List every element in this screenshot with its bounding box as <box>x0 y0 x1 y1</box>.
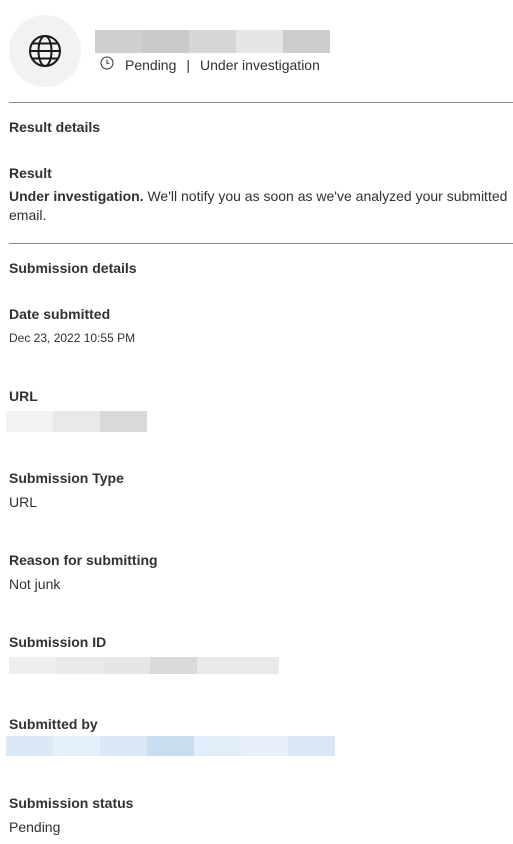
submission-status-label: Submission status <box>9 795 134 811</box>
submission-type-value: URL <box>9 494 38 510</box>
globe-icon <box>29 35 61 67</box>
submitted-by-label: Submitted by <box>9 716 98 732</box>
submission-status-value: Pending <box>9 819 61 835</box>
submission-id-label: Submission ID <box>9 634 107 650</box>
status-text: Pending <box>125 57 177 73</box>
redacted-submitter <box>6 736 335 756</box>
result-bold-text: Under investigation. <box>9 188 144 204</box>
status-separator: | <box>186 57 191 73</box>
redacted-url <box>6 411 147 432</box>
substatus-text: Under investigation <box>200 57 320 73</box>
redacted-submission-id <box>9 657 279 674</box>
date-submitted-value: Dec 23, 2022 10:55 PM <box>9 331 136 345</box>
reason-label: Reason for submitting <box>9 552 158 568</box>
result-details-heading: Result details <box>9 119 101 135</box>
submission-details-heading: Submission details <box>9 260 137 276</box>
date-submitted-label: Date submitted <box>9 306 111 322</box>
result-label: Result <box>9 165 52 181</box>
reason-value: Not junk <box>9 576 61 592</box>
item-avatar <box>9 15 81 87</box>
url-label: URL <box>9 388 38 404</box>
result-description: Under investigation. We'll notify you as… <box>9 187 509 225</box>
divider <box>9 102 513 103</box>
clock-icon <box>100 56 114 70</box>
redacted-title <box>95 30 330 53</box>
divider <box>9 243 513 244</box>
submission-type-label: Submission Type <box>9 470 124 486</box>
status-row: Pending | Under investigation <box>100 56 320 73</box>
